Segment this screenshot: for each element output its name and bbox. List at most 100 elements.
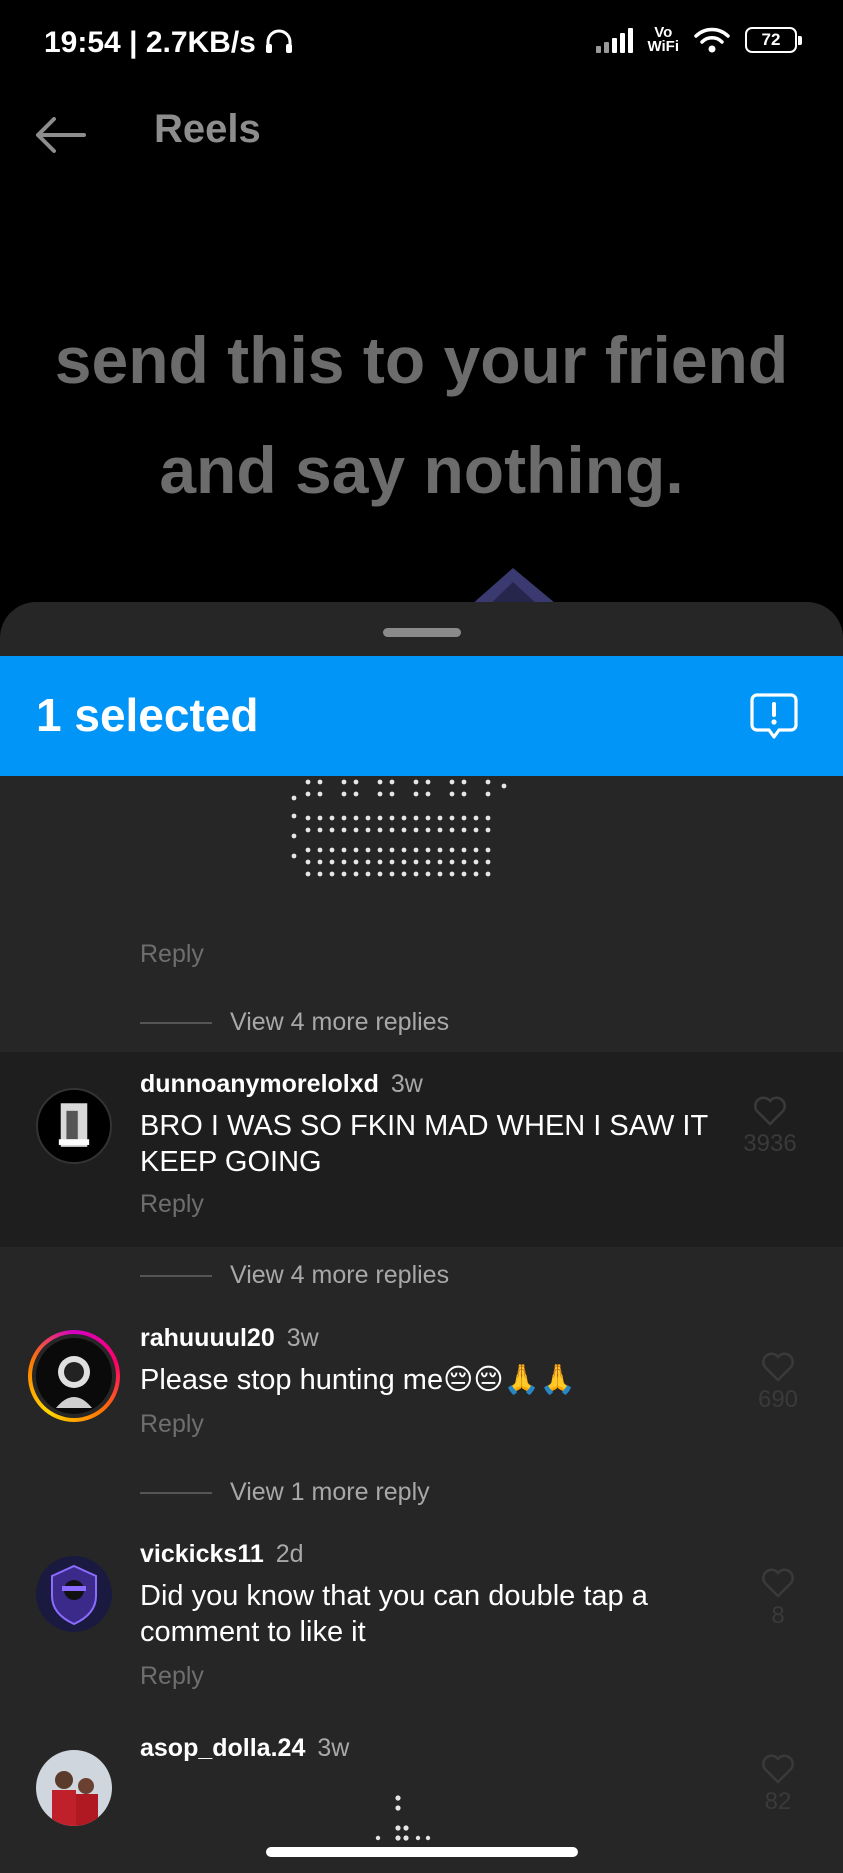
like-button[interactable]: 3936: [740, 1096, 800, 1158]
reply-button[interactable]: Reply: [140, 1662, 204, 1691]
art-dot: [473, 871, 479, 877]
art-dot: [461, 827, 467, 833]
art-dot: [305, 871, 311, 877]
art-dot: [437, 847, 443, 853]
art-dot: [401, 871, 407, 877]
avatar[interactable]: [36, 1556, 112, 1632]
like-count: 82: [764, 1788, 792, 1815]
like-button[interactable]: 690: [748, 1352, 808, 1414]
comment-dot-art: [375, 1795, 431, 1841]
art-dot: [341, 871, 347, 877]
art-dot: [425, 827, 431, 833]
headphones-icon: [266, 29, 293, 53]
art-dot: [353, 815, 359, 821]
art-dot: [377, 779, 383, 785]
art-dot: [485, 859, 491, 865]
top-bar: Reels: [0, 95, 843, 175]
like-button[interactable]: 82: [748, 1754, 808, 1816]
art-dot: [291, 833, 297, 839]
art-dot: [305, 791, 311, 797]
avatar[interactable]: [36, 1750, 112, 1826]
arrow-left-icon[interactable]: [34, 115, 86, 155]
art-dot: [401, 827, 407, 833]
art-dot: [291, 795, 297, 801]
view-more-replies[interactable]: View 1 more reply: [140, 1478, 430, 1507]
art-dot: [329, 827, 335, 833]
art-dot: [425, 847, 431, 853]
art-dot: [341, 791, 347, 797]
reply-button[interactable]: Reply: [140, 1190, 204, 1219]
art-dot: [473, 815, 479, 821]
art-dot: [365, 815, 371, 821]
comment-username[interactable]: asop_dolla.24 3w: [140, 1734, 349, 1763]
art-dot: [353, 791, 359, 797]
art-dot: [485, 779, 491, 785]
art-dot: [461, 815, 467, 821]
selection-count: 1 selected: [36, 689, 259, 741]
report-bubble-icon[interactable]: [749, 691, 799, 741]
art-dot: [413, 871, 419, 877]
art-dot: [377, 871, 383, 877]
selection-bar: 1 selected: [0, 656, 843, 776]
reel-caption: send this to your friend and say nothing…: [54, 323, 789, 507]
art-dot: [291, 853, 297, 859]
signal-icon: [596, 27, 634, 53]
view-more-replies[interactable]: View 4 more replies: [140, 1008, 449, 1037]
heart-outline-icon: [762, 1568, 794, 1598]
reply-button[interactable]: Reply: [140, 1410, 204, 1439]
art-dot: [485, 827, 491, 833]
art-dot: [365, 827, 371, 833]
art-dot: [317, 827, 323, 833]
art-dot: [389, 779, 395, 785]
art-dot: [305, 815, 311, 821]
art-dot: [353, 859, 359, 865]
art-dot: [329, 815, 335, 821]
view-more-replies[interactable]: View 4 more replies: [140, 1261, 449, 1290]
art-dot: [449, 827, 455, 833]
comment-username[interactable]: dunnoanymorelolxd 3w: [140, 1070, 423, 1099]
art-dot: [425, 871, 431, 877]
art-dot: [425, 859, 431, 865]
art-dot: [377, 847, 383, 853]
art-dot: [461, 859, 467, 865]
comment-item[interactable]: vickicks11 2d Did you know that you can d…: [0, 1528, 843, 1698]
art-dot: [425, 779, 431, 785]
art-dot: [389, 871, 395, 877]
art-dot: [389, 847, 395, 853]
art-dot: [473, 859, 479, 865]
art-dot: [413, 859, 419, 865]
comment-item[interactable]: dunnoanymorelolxd 3w BRO I WAS SO FKIN MA…: [0, 1052, 843, 1247]
like-count: 690: [757, 1386, 799, 1413]
comment-username[interactable]: rahuuuul20 3w: [140, 1324, 319, 1353]
drag-handle[interactable]: [383, 628, 461, 637]
avatar[interactable]: [36, 1088, 112, 1164]
vowifi-indicator: Vo WiFi: [647, 24, 679, 55]
art-dot: [389, 815, 395, 821]
like-button[interactable]: 8: [748, 1568, 808, 1630]
art-dot: [501, 783, 507, 789]
art-dot: [341, 827, 347, 833]
art-dot: [365, 847, 371, 853]
comment-username[interactable]: vickicks11 2d: [140, 1540, 304, 1569]
comment-text: Please stop hunting me😔😔🙏🙏: [140, 1364, 576, 1396]
avatar[interactable]: [28, 1330, 120, 1422]
art-dot: [291, 813, 297, 819]
art-dot: [473, 827, 479, 833]
art-dot: [413, 847, 419, 853]
status-time: 19:54 | 2.7KB/s: [44, 26, 294, 60]
art-dot: [341, 847, 347, 853]
heart-outline-icon: [762, 1352, 794, 1382]
heart-outline-icon: [754, 1096, 786, 1126]
art-dot: [317, 871, 323, 877]
art-dot: [305, 827, 311, 833]
art-dot: [305, 859, 311, 865]
battery-indicator: 72: [745, 27, 802, 53]
art-dot: [437, 859, 443, 865]
art-dot: [377, 791, 383, 797]
gesture-bar[interactable]: [266, 1847, 578, 1857]
art-dot: [461, 791, 467, 797]
art-dot: [449, 779, 455, 785]
reply-button[interactable]: Reply: [140, 940, 204, 969]
comment-item[interactable]: rahuuuul20 3w Please stop hunting me😔😔🙏🙏 …: [0, 1310, 843, 1440]
art-dot: [485, 847, 491, 853]
